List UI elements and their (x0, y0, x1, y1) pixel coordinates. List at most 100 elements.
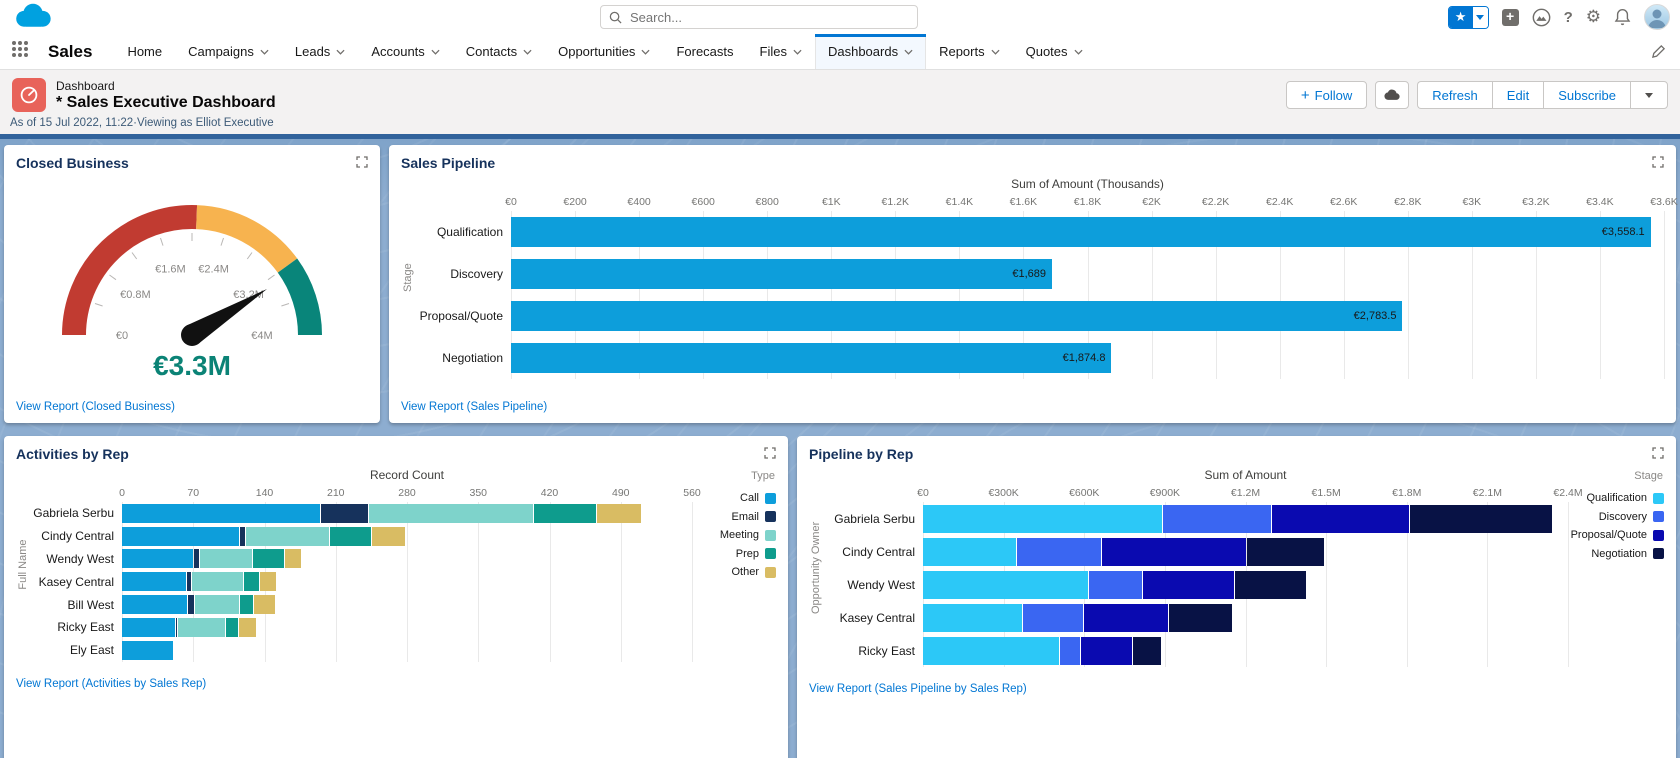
category-label: Kasey Central (839, 610, 915, 625)
tab-contacts[interactable]: Contacts (453, 34, 545, 69)
bar-segment-qualification[interactable] (923, 636, 1059, 665)
refresh-button[interactable]: Refresh (1417, 81, 1492, 109)
x-axis: €0 €200 €400 €600 €800 €1K €1.2K €1.4K €1.6K €1.8… (505, 193, 1678, 211)
collaborate-button[interactable] (1375, 81, 1410, 109)
edit-button[interactable]: Edit (1491, 81, 1544, 109)
bar-segment-prep[interactable] (225, 617, 238, 637)
tab-leads[interactable]: Leads (282, 34, 358, 69)
bar-segment-email[interactable] (194, 549, 200, 569)
bar-segment-discovery[interactable] (1023, 603, 1083, 632)
help-button[interactable]: ? (1564, 9, 1573, 26)
setup-button[interactable]: ⚙ (1586, 7, 1601, 27)
bar-segment-negotiation[interactable] (1235, 570, 1307, 599)
bar-segment-call[interactable] (122, 640, 173, 660)
app-launcher-icon[interactable] (12, 41, 34, 63)
bar-segment-qualification[interactable] (923, 537, 1016, 566)
notifications-button[interactable] (1614, 8, 1631, 26)
bar-segment-negotiation[interactable] (1409, 504, 1553, 533)
search-box[interactable] (600, 5, 918, 29)
tab-dashboards[interactable]: Dashboards (814, 34, 927, 69)
legend-swatch (765, 548, 776, 560)
bar-segment-qualification[interactable] (923, 504, 1163, 533)
tab-opportunities[interactable]: Opportunities (545, 34, 663, 69)
bar-segment-email[interactable] (187, 572, 192, 592)
favorites-menu-button[interactable] (1472, 6, 1488, 28)
global-actions-button[interactable]: + (1501, 8, 1519, 26)
trailhead-button[interactable] (1532, 8, 1551, 27)
bar-segment-proposal-quote[interactable] (1142, 570, 1235, 599)
bar-segment-discovery[interactable] (1016, 537, 1102, 566)
bar-segment-prep[interactable] (244, 572, 260, 592)
bar-segment-call[interactable] (122, 503, 321, 523)
follow-button[interactable]: + Follow (1285, 81, 1368, 109)
bar-segment-email[interactable] (175, 617, 177, 637)
bar-segment-call[interactable] (122, 549, 194, 569)
bar-proposal-quote[interactable]: €2,783.5 (511, 301, 1403, 331)
bar-segment-other[interactable] (284, 549, 302, 569)
favorites-star-icon[interactable]: ★ (1448, 6, 1473, 28)
bar-segment-proposal-quote[interactable] (1083, 603, 1169, 632)
bar-segment-prep[interactable] (240, 595, 254, 615)
bar-segment-discovery[interactable] (1059, 636, 1080, 665)
view-report-link[interactable]: View Report (Activities by Sales Rep) (16, 678, 206, 690)
bar-segment-other[interactable] (238, 617, 257, 637)
chevron-down-icon (336, 49, 345, 55)
bar-negotiation[interactable]: €1,874.8 (511, 343, 1112, 373)
tab-files[interactable]: Files (747, 34, 815, 69)
tab-campaigns[interactable]: Campaigns (175, 34, 282, 69)
tab-quotes[interactable]: Quotes (1013, 34, 1096, 69)
view-report-link[interactable]: View Report (Sales Pipeline by Sales Rep… (809, 683, 1027, 695)
bar-segment-prep[interactable] (253, 549, 284, 569)
bar-segment-call[interactable] (122, 595, 188, 615)
bar-qualification[interactable]: €3,558.1 (511, 217, 1651, 247)
bar-segment-meeting[interactable] (246, 526, 329, 546)
expand-icon[interactable] (356, 155, 368, 173)
bar-segment-qualification[interactable] (923, 570, 1089, 599)
expand-icon[interactable] (764, 446, 776, 464)
chevron-down-icon (1645, 92, 1653, 98)
bar-segment-prep[interactable] (534, 503, 597, 523)
bar-segment-call[interactable] (122, 572, 187, 592)
bar-segment-email[interactable] (240, 526, 246, 546)
edit-navigation-button[interactable] (1651, 44, 1666, 64)
bar-segment-call[interactable] (122, 526, 240, 546)
bar-segment-email[interactable] (188, 595, 195, 615)
bar-row (122, 639, 692, 662)
tab-home[interactable]: Home (114, 34, 175, 69)
bar-segment-other[interactable] (260, 572, 276, 592)
bar-discovery[interactable]: €1,689 (511, 259, 1052, 289)
view-report-link[interactable]: View Report (Sales Pipeline) (401, 401, 547, 413)
bar-segment-meeting[interactable] (177, 617, 225, 637)
more-actions-button[interactable] (1630, 81, 1668, 109)
bar-segment-meeting[interactable] (369, 503, 534, 523)
salesforce-logo-icon[interactable] (10, 2, 56, 32)
bar-segment-email[interactable] (321, 503, 369, 523)
bar-segment-prep[interactable] (329, 526, 372, 546)
bar-segment-proposal-quote[interactable] (1080, 636, 1132, 665)
subscribe-button[interactable]: Subscribe (1543, 81, 1630, 109)
bar-segment-negotiation[interactable] (1169, 603, 1233, 632)
bar-segment-other[interactable] (254, 595, 275, 615)
bar-segment-other[interactable] (372, 526, 405, 546)
tab-accounts[interactable]: Accounts (358, 34, 452, 69)
bar-segment-meeting[interactable] (192, 572, 244, 592)
x-tick-label: 0 (119, 487, 125, 499)
bar-segment-proposal-quote[interactable] (1102, 537, 1247, 566)
bar-segment-discovery[interactable] (1163, 504, 1271, 533)
user-avatar[interactable] (1644, 4, 1670, 30)
bar-segment-negotiation[interactable] (1247, 537, 1324, 566)
tab-reports[interactable]: Reports (926, 34, 1013, 69)
expand-icon[interactable] (1652, 446, 1664, 464)
view-report-link[interactable]: View Report (Closed Business) (16, 401, 175, 413)
bar-segment-call[interactable] (122, 617, 175, 637)
search-input[interactable] (628, 8, 909, 26)
bar-segment-qualification[interactable] (923, 603, 1023, 632)
expand-icon[interactable] (1652, 155, 1664, 173)
bar-segment-other[interactable] (597, 503, 641, 523)
bar-segment-negotiation[interactable] (1132, 636, 1162, 665)
bar-segment-meeting[interactable] (195, 595, 239, 615)
bar-segment-proposal-quote[interactable] (1271, 504, 1409, 533)
tab-forecasts[interactable]: Forecasts (663, 34, 746, 69)
bar-segment-discovery[interactable] (1089, 570, 1142, 599)
bar-segment-meeting[interactable] (200, 549, 253, 569)
